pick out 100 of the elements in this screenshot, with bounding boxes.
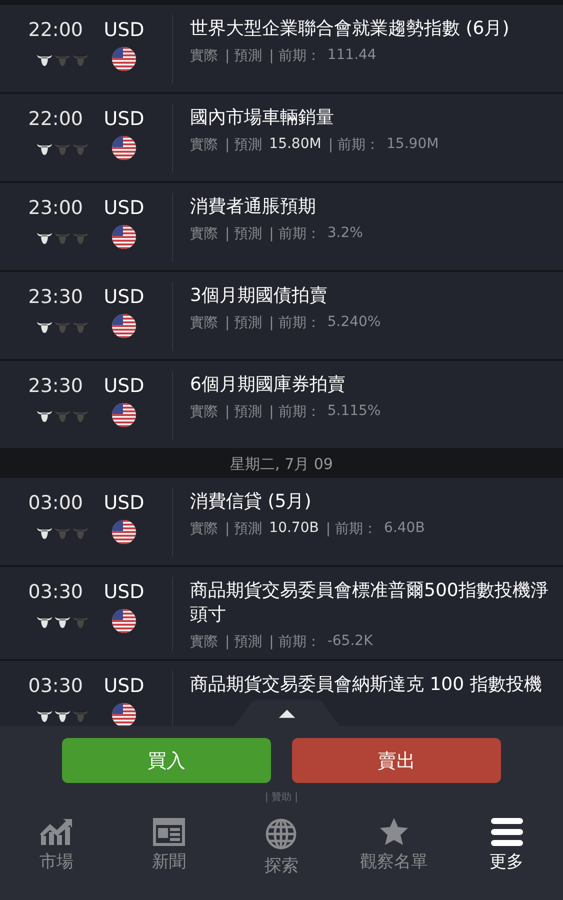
newspaper-icon [152,818,185,846]
bull-icon [54,53,71,67]
nav-tab[interactable]: 探索 [225,818,338,877]
event-time: 23:30 [27,375,84,397]
event-row[interactable]: 23:30 USD 3個月期國債拍賣 實際 | 預測 | 前期： 5.240% [0,272,563,361]
event-time: 22:00 [27,19,84,41]
event-time: 23:00 [27,197,84,219]
us-flag-icon [112,136,136,160]
event-time: 03:30 [27,581,84,603]
event-row[interactable]: 22:00 USD 國內市場車輛銷量 實際 | 預測 15.80M | 前期： 15.90M [0,94,563,183]
forecast-label: | 預測 [225,403,262,421]
menu-icon [490,818,523,846]
event-row[interactable]: 03:30 USD 商品期貨交易委員會標准普爾500指數投機淨頭寸 實際 | 預測 | 前期： -65.2K [0,567,563,661]
forecast-label: | 預測 [225,225,262,243]
event-row[interactable]: 23:30 USD 6個月期國庫券拍賣 實際 | 預測 | 前期： 5.115% [0,361,563,450]
previous-value: 15.90M [386,136,439,154]
previous-label: | 前期： [328,136,380,154]
actual-label: 實際 [190,520,218,538]
bull-icon [36,231,53,245]
event-time: 22:00 [27,108,84,130]
forecast-value: 15.80M [269,136,322,154]
bull-icon [36,709,53,723]
bull-icon [54,709,71,723]
forecast-value: 10.70B [269,520,319,538]
bull-icon [36,526,53,540]
event-time: 03:30 [27,675,84,697]
previous-value: 5.240% [327,314,381,332]
bull-icon [36,53,53,67]
previous-label: | 前期： [269,47,320,65]
previous-value: 5.115% [327,403,381,421]
currency-code: USD [102,19,146,41]
event-title: 商品期貨交易委員會標准普爾500指數投機淨頭寸 [190,579,550,627]
previous-value: -65.2K [327,633,373,651]
bull-icon [54,142,71,156]
event-row[interactable]: 23:00 USD 消費者通脹預期 實際 | 預測 | 前期： 3.2% [0,183,563,272]
bull-icon [54,615,71,629]
chart-icon [39,818,74,846]
event-title: 消費者通脹預期 [190,195,317,219]
us-flag-icon [112,403,136,427]
event-title: 商品期貨交易委員會納斯達克 100 指數投機 [190,673,543,697]
star-icon [379,818,410,846]
bull-icon [54,526,71,540]
bull-icon [54,409,71,423]
actual-label: 實際 [190,136,218,154]
currency-code: USD [102,286,146,308]
previous-label: | 前期： [326,520,378,538]
sponsor-label: | 贊助 | [264,790,298,804]
previous-label: | 前期： [269,403,320,421]
currency-code: USD [102,675,146,697]
actual-label: 實際 [190,225,218,243]
event-time: 23:30 [27,286,84,308]
forecast-label: | 預測 [225,314,262,332]
us-flag-icon [112,703,136,726]
us-flag-icon [112,520,136,544]
expand-tab[interactable] [232,700,342,726]
us-flag-icon [112,609,136,633]
sell-button[interactable]: 賣出 [292,738,501,783]
previous-value: 3.2% [327,225,363,243]
event-row[interactable]: 03:30 USD 商品期貨交易委員會納斯達克 100 指數投機 [0,661,563,726]
forecast-label: | 預測 [225,47,262,65]
globe-icon [265,818,298,850]
bull-icon [36,409,53,423]
bull-icon [72,526,89,540]
nav-tab[interactable]: 觀察名單 [338,818,450,877]
currency-code: USD [102,197,146,219]
forecast-label: | 預測 [225,136,262,154]
us-flag-icon [112,47,136,71]
bull-icon [72,231,89,245]
currency-code: USD [102,375,146,397]
currency-code: USD [102,108,146,130]
event-row[interactable]: 22:00 USD 世界大型企業聯合會就業趨勢指數 (6月) 實際 | 預測 | 前期： 111.44 [0,5,563,94]
event-title: 國內市場車輛銷量 [190,106,335,130]
bull-icon [72,409,89,423]
actual-label: 實際 [190,47,218,65]
event-row[interactable]: 03:00 USD 消費信貸 (5月) 實際 | 預測 10.70B | 前期： 6.40B [0,478,563,567]
actual-label: 實際 [190,403,218,421]
us-flag-icon [112,225,136,249]
bull-icon [72,142,89,156]
currency-code: USD [102,581,146,603]
forecast-label: | 預測 [225,520,262,538]
nav-tab[interactable]: 市場 [0,818,112,877]
bull-icon [36,142,53,156]
bull-icon [54,320,71,334]
currency-code: USD [102,492,146,514]
bull-icon [36,615,53,629]
bull-icon [36,320,53,334]
us-flag-icon [112,314,136,338]
previous-value: 111.44 [327,47,376,65]
bull-icon [72,615,89,629]
event-title: 世界大型企業聯合會就業趨勢指數 (6月) [190,17,510,41]
event-title: 6個月期國庫券拍賣 [190,373,346,397]
event-title: 消費信貸 (5月) [190,490,312,514]
actual-label: 實際 [190,314,218,332]
bull-icon [72,320,89,334]
previous-label: | 前期： [269,633,320,651]
bull-icon [72,53,89,67]
buy-button[interactable]: 買入 [62,738,271,783]
nav-tab[interactable]: 更多 [450,818,563,877]
forecast-label: | 預測 [225,633,262,651]
nav-tab[interactable]: 新聞 [112,818,225,877]
